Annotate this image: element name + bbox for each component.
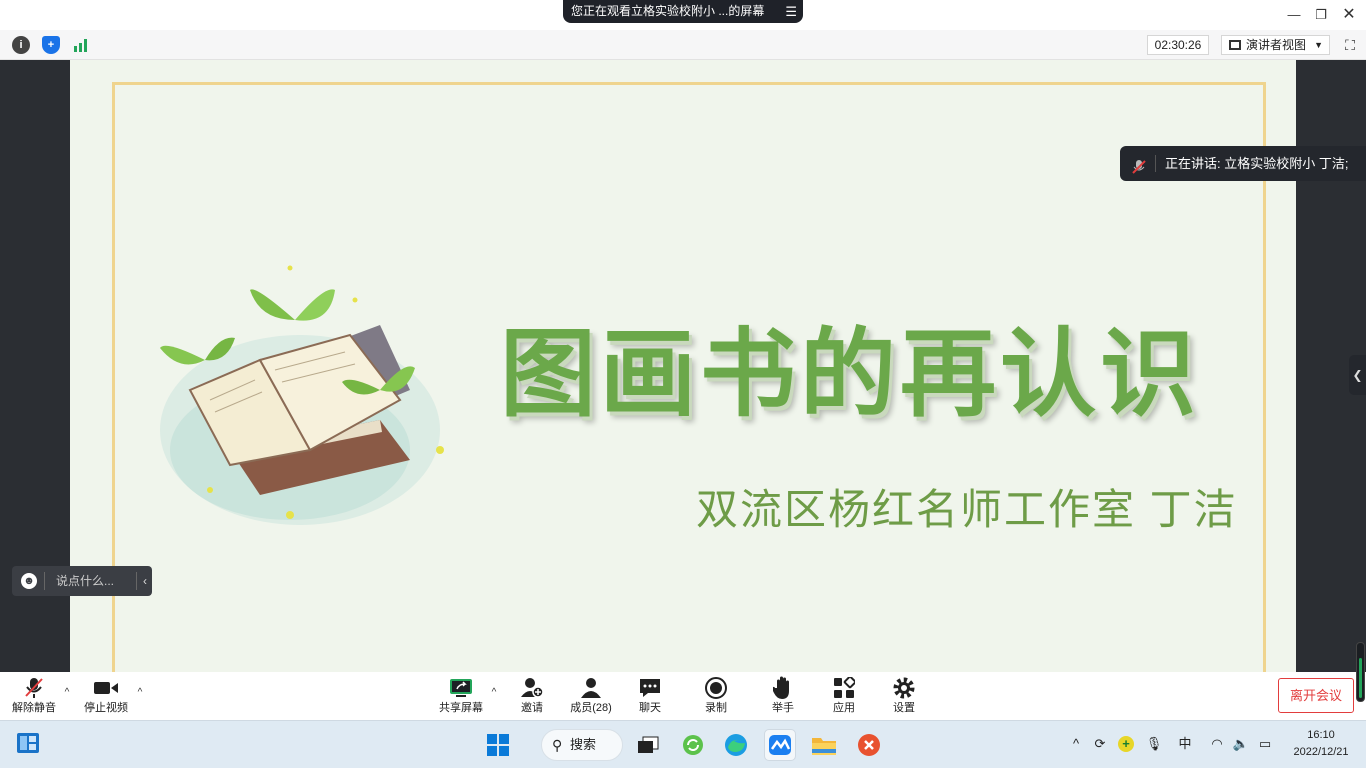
unmute-button[interactable]: 解除静音	[8, 675, 60, 719]
invite-label: 邀请	[521, 702, 543, 714]
leave-meeting-button[interactable]: 离开会议	[1278, 678, 1354, 713]
apps-button[interactable]: 应用	[824, 675, 864, 719]
tencent-meeting-icon[interactable]	[764, 729, 796, 761]
chevron-up-icon[interactable]: ^	[487, 686, 501, 700]
chevron-down-icon: ▼	[1314, 40, 1323, 50]
search-label: 搜索	[570, 737, 597, 752]
sidebar-expand-button[interactable]: ❮	[1349, 355, 1366, 395]
raise-hand-button[interactable]: 举手	[763, 675, 803, 719]
sync-icon[interactable]: ⟳	[1090, 733, 1110, 755]
raise-hand-label: 举手	[772, 702, 794, 714]
meeting-toolbar: 解除静音 ^ 停止视频 ^ 共享屏幕 ^ 邀请 成员(28) 聊天 录制 举手 …	[0, 672, 1366, 720]
stop-video-button[interactable]: 停止视频	[80, 675, 132, 719]
wifi-icon[interactable]: ◠	[1207, 733, 1227, 755]
layout-icon	[1229, 40, 1241, 50]
clock-date: 2022/12/21	[1293, 746, 1349, 758]
share-screen-button[interactable]: 共享屏幕	[436, 675, 486, 719]
active-speaker-banner: 正在讲话: 立格实验校附小 丁洁;	[1120, 146, 1366, 181]
red-app-icon[interactable]	[853, 729, 885, 761]
window-titlebar: 您正在观看立格实验校附小 ...的屏幕 ☰ — ❐ ✕	[0, 0, 1366, 30]
screen-share-banner[interactable]: 您正在观看立格实验校附小 ...的屏幕 ☰	[563, 0, 803, 23]
meeting-timer: 02:30:26	[1147, 35, 1209, 55]
record-button[interactable]: 录制	[696, 675, 736, 719]
collapse-chevron-icon[interactable]: ‹	[143, 566, 147, 596]
edge-browser-icon[interactable]	[720, 729, 752, 761]
divider	[136, 572, 137, 590]
search-icon: ⚲	[552, 737, 563, 753]
shield-icon[interactable]: +	[42, 36, 60, 54]
settings-button[interactable]: 设置	[884, 675, 924, 719]
info-icon[interactable]: i	[12, 36, 30, 54]
chat-button[interactable]: 聊天	[630, 675, 670, 719]
slide-subtitle: 双流区杨红名师工作室 丁洁	[696, 486, 1238, 533]
emoji-icon[interactable]: ☻	[21, 573, 37, 589]
divider	[44, 572, 45, 590]
muted-mic-icon	[1130, 154, 1148, 174]
clock-time: 16:10	[1307, 729, 1335, 741]
muted-mic-icon	[8, 675, 60, 701]
share-screen-label: 共享屏幕	[439, 702, 483, 714]
share-screen-icon	[436, 675, 486, 701]
gear-icon	[884, 675, 924, 701]
hand-icon	[763, 675, 803, 701]
divider	[1155, 155, 1156, 172]
view-label: 演讲者视图	[1246, 38, 1307, 52]
speaker-volume-icon[interactable]: 🔈	[1232, 733, 1250, 755]
share-banner-text: 您正在观看立格实验校附小 ...的屏幕	[571, 4, 765, 18]
stop-video-label: 停止视频	[84, 702, 128, 714]
chat-bubble-icon	[630, 675, 670, 701]
members-button[interactable]: 成员(28)	[566, 675, 616, 719]
people-icon	[566, 675, 616, 701]
record-label: 录制	[705, 702, 727, 714]
chevron-up-icon[interactable]: ^	[1068, 733, 1084, 755]
microphone-icon[interactable]: 🎙	[1145, 733, 1163, 755]
members-label: 成员(28)	[570, 702, 612, 714]
windows-taskbar: ⚲ 搜索 ^ ⟳ + 🎙 中 ◠ 🔈 ▭ 16:10 2022/12/21	[0, 720, 1366, 768]
apps-label: 应用	[833, 702, 855, 714]
chat-quick-input[interactable]: ☻ 说点什么... ‹	[12, 566, 152, 596]
file-explorer-icon[interactable]	[808, 729, 840, 761]
add-person-icon	[512, 675, 552, 701]
taskbar-search[interactable]: ⚲ 搜索	[541, 729, 623, 761]
invite-button[interactable]: 邀请	[512, 675, 552, 719]
windows-start-icon[interactable]	[482, 729, 514, 761]
speaker-view-dropdown[interactable]: 演讲者视图 ▼	[1221, 35, 1330, 55]
meeting-info-bar: i + 02:30:26 演讲者视图 ▼ ⛶	[0, 30, 1366, 60]
apps-grid-icon	[824, 675, 864, 701]
unmute-label: 解除静音	[12, 702, 56, 714]
chat-label: 聊天	[639, 702, 661, 714]
refresh-app-icon[interactable]	[677, 729, 709, 761]
menu-lines-icon[interactable]: ☰	[785, 0, 797, 23]
plus-badge-icon[interactable]: +	[1116, 733, 1136, 755]
ime-indicator[interactable]: 中	[1175, 733, 1195, 755]
widgets-icon[interactable]	[12, 727, 44, 759]
chat-placeholder: 说点什么...	[56, 574, 115, 588]
book-illustration	[150, 260, 450, 540]
slide-title: 图画书的再认识	[500, 321, 1200, 428]
audio-level-meter	[1356, 642, 1365, 702]
speaker-label: 正在讲话: 立格实验校附小 丁洁;	[1165, 156, 1349, 171]
battery-icon[interactable]: ▭	[1256, 733, 1274, 755]
fullscreen-icon[interactable]: ⛶	[1340, 35, 1360, 55]
settings-label: 设置	[893, 702, 915, 714]
taskbar-clock[interactable]: 16:10 2022/12/21	[1282, 727, 1360, 763]
close-icon[interactable]: ✕	[1332, 0, 1366, 30]
record-icon	[696, 675, 736, 701]
signal-icon[interactable]	[73, 38, 91, 52]
task-view-icon[interactable]	[632, 729, 664, 761]
chevron-up-icon[interactable]: ^	[60, 686, 74, 700]
chevron-up-icon[interactable]: ^	[133, 686, 147, 700]
video-camera-icon	[80, 675, 132, 701]
